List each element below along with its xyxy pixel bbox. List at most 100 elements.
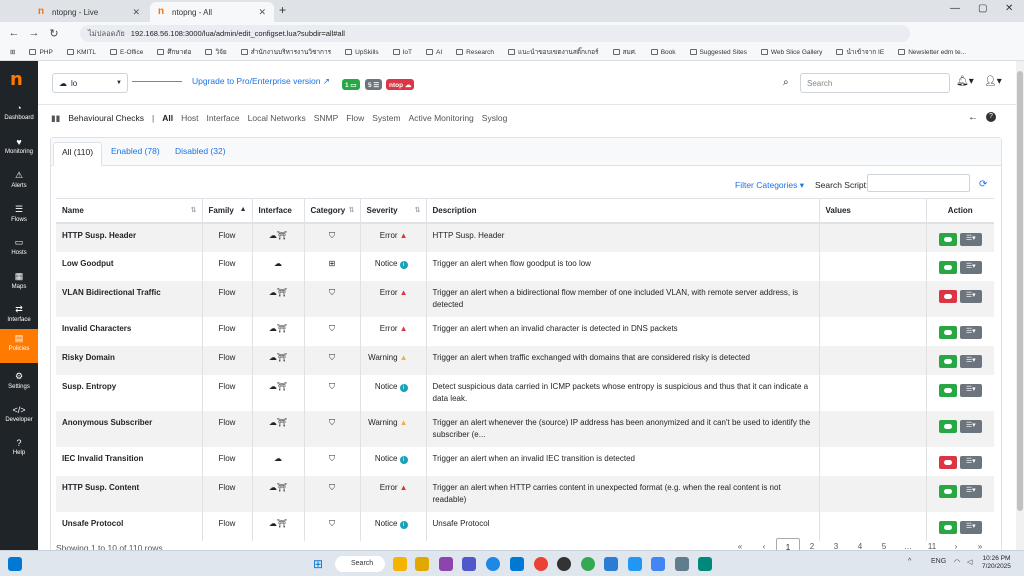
tab-all[interactable]: All (110) bbox=[53, 142, 103, 166]
subnav-local-networks[interactable]: Local Networks bbox=[248, 113, 306, 123]
upgrade-link[interactable]: Upgrade to Pro/Enterprise version ↗ bbox=[192, 76, 330, 87]
sidebar-item-developer[interactable]: </> Developer bbox=[0, 401, 38, 433]
chrome-profile-icon[interactable] bbox=[581, 557, 595, 571]
subnav-interface[interactable]: Interface bbox=[207, 113, 240, 123]
sidebar-item-maps[interactable]: ▦ Maps bbox=[0, 267, 38, 299]
bookmark-item[interactable]: E-Office bbox=[109, 49, 143, 56]
minimize-icon[interactable]: — bbox=[950, 3, 960, 14]
dell-icon[interactable] bbox=[557, 557, 571, 571]
col-family[interactable]: Family ▲ bbox=[201, 198, 252, 224]
filter-categories-dropdown[interactable]: Filter Categories ▾ bbox=[735, 180, 804, 191]
actions-menu-button[interactable]: ☰▾ bbox=[959, 484, 982, 498]
actions-menu-button[interactable]: ☰▾ bbox=[959, 325, 982, 339]
network-app-icon[interactable] bbox=[675, 557, 689, 571]
bookmark-item[interactable]: KMITL bbox=[66, 49, 96, 56]
bookmark-item[interactable]: Book bbox=[650, 49, 676, 56]
sidebar-item-settings[interactable]: ⚙ Settings bbox=[0, 367, 38, 399]
subnav-all[interactable]: All bbox=[162, 113, 173, 123]
user-icon[interactable]: 👤︎▾ bbox=[984, 76, 1002, 87]
flows-badge[interactable]: 5 ☰ bbox=[365, 79, 383, 90]
search-icon[interactable]: ⌕ bbox=[783, 77, 789, 88]
store-icon[interactable] bbox=[510, 557, 524, 571]
chrome-icon[interactable] bbox=[534, 557, 548, 571]
tab-disabled[interactable]: Disabled (32) bbox=[175, 146, 226, 156]
subnav-active-monitoring[interactable]: Active Monitoring bbox=[409, 113, 474, 123]
bookmark-item[interactable]: Research bbox=[456, 49, 494, 56]
bookmark-item[interactable]: AI bbox=[426, 49, 442, 56]
bookmark-item[interactable]: Web Slice Gallery bbox=[760, 49, 822, 56]
url-field[interactable]: ไม่ปลอดภัย 192.168.56.108:3000/lua/admin… bbox=[80, 25, 910, 42]
actions-menu-button[interactable]: ☰▾ bbox=[959, 455, 982, 469]
copilot-icon[interactable] bbox=[439, 557, 453, 571]
terminal-icon[interactable] bbox=[698, 557, 712, 571]
close-icon[interactable]: ✕ bbox=[258, 7, 266, 18]
scrollbar-thumb[interactable] bbox=[1017, 71, 1023, 511]
file-explorer-icon[interactable] bbox=[393, 557, 407, 571]
widgets-icon[interactable] bbox=[8, 557, 22, 571]
actions-menu-button[interactable]: ☰▾ bbox=[959, 419, 982, 433]
bookmark-item[interactable]: สมศ. bbox=[612, 47, 637, 57]
bookmark-item[interactable]: UpSkills bbox=[345, 49, 379, 56]
toggle-enable-button[interactable] bbox=[938, 354, 957, 368]
forward-icon[interactable]: → bbox=[24, 27, 44, 39]
back-icon[interactable]: ← bbox=[4, 27, 24, 39]
help-icon[interactable]: ? bbox=[986, 112, 996, 122]
vscode-icon[interactable] bbox=[604, 557, 618, 571]
toggle-enable-button[interactable] bbox=[938, 455, 957, 469]
app-icon[interactable] bbox=[651, 557, 665, 571]
sidebar-item-policies[interactable]: ▤ Policies bbox=[0, 329, 38, 363]
bookmark-item[interactable]: IoT bbox=[392, 49, 412, 56]
toggle-enable-button[interactable] bbox=[938, 383, 957, 397]
sidebar-item-dashboard[interactable]: ◔ Dashboard bbox=[0, 99, 38, 131]
toggle-enable-button[interactable] bbox=[938, 289, 957, 303]
apps-icon[interactable]: ⊞ bbox=[10, 48, 15, 56]
sidebar-item-hosts[interactable]: ▭ Hosts bbox=[0, 233, 38, 265]
bookmark-item[interactable]: Newsletter edm te... bbox=[898, 49, 966, 56]
search-input[interactable]: Search bbox=[800, 73, 950, 93]
bookmark-item[interactable]: แนะนำขอบเขตงานสติ๊กเกอร์ bbox=[508, 47, 599, 57]
actions-menu-button[interactable]: ☰▾ bbox=[959, 289, 982, 303]
subnav-snmp[interactable]: SNMP bbox=[314, 113, 339, 123]
bookmark-item[interactable]: สำนักงานบริหารงานวิชาการ bbox=[240, 47, 331, 57]
page-scrollbar[interactable] bbox=[1016, 61, 1024, 550]
toggle-enable-button[interactable] bbox=[938, 260, 957, 274]
close-window-icon[interactable]: ✕ bbox=[1005, 3, 1013, 14]
browser-tab-live[interactable]: n ntopng - Live ✕ bbox=[30, 2, 148, 22]
subnav-host[interactable]: Host bbox=[181, 113, 198, 123]
system-clock[interactable]: 10:26 PM 7/20/2025 bbox=[982, 555, 1011, 571]
browser-tab-all[interactable]: n ntopng - All ✕ bbox=[150, 2, 274, 22]
col-severity[interactable]: Severity ⇅ bbox=[359, 198, 426, 224]
ntop-logo[interactable]: n bbox=[10, 69, 23, 90]
volume-icon[interactable]: ◁ bbox=[967, 558, 972, 566]
taskbar-search[interactable]: Search bbox=[335, 556, 385, 572]
subnav-system[interactable]: System bbox=[372, 113, 400, 123]
actions-menu-button[interactable]: ☰▾ bbox=[959, 383, 982, 397]
refresh-icon[interactable]: ⟳ bbox=[979, 179, 987, 190]
bookmark-item[interactable]: Suggested Sites bbox=[689, 49, 747, 56]
bell-icon[interactable]: 🔔︎▾ bbox=[956, 76, 974, 87]
toggle-enable-button[interactable] bbox=[938, 419, 957, 433]
actions-menu-button[interactable]: ☰▾ bbox=[959, 354, 982, 368]
ntop-cloud-badge[interactable]: ntop ☁ bbox=[386, 79, 415, 90]
sidebar-item-flows[interactable]: ☰ Flows bbox=[0, 200, 38, 232]
subnav-flow[interactable]: Flow bbox=[346, 113, 364, 123]
wifi-icon[interactable]: ◠ bbox=[954, 558, 960, 566]
bookmark-item[interactable]: นำเข้าจาก IE bbox=[836, 47, 884, 57]
actions-menu-button[interactable]: ☰▾ bbox=[959, 260, 982, 274]
start-icon[interactable]: ⊞ bbox=[313, 557, 327, 571]
subnav-syslog[interactable]: Syslog bbox=[482, 113, 508, 123]
new-tab-icon[interactable]: + bbox=[279, 3, 286, 17]
actions-menu-button[interactable]: ☰▾ bbox=[959, 520, 982, 534]
reload-icon[interactable]: ↻ bbox=[44, 27, 64, 40]
search-script-input[interactable] bbox=[867, 174, 970, 192]
hosts-badge[interactable]: 1 ▭ bbox=[342, 79, 360, 90]
toggle-enable-button[interactable] bbox=[938, 325, 957, 339]
tray-chevron-icon[interactable]: ^ bbox=[908, 558, 911, 565]
col-name[interactable]: Name ⇅ bbox=[56, 198, 202, 224]
col-category[interactable]: Category ⇅ bbox=[303, 198, 360, 224]
toggle-enable-button[interactable] bbox=[938, 520, 957, 534]
actions-menu-button[interactable]: ☰▾ bbox=[959, 232, 982, 246]
toggle-enable-button[interactable] bbox=[938, 484, 957, 498]
toggle-enable-button[interactable] bbox=[938, 232, 957, 246]
tab-enabled[interactable]: Enabled (78) bbox=[111, 146, 160, 156]
